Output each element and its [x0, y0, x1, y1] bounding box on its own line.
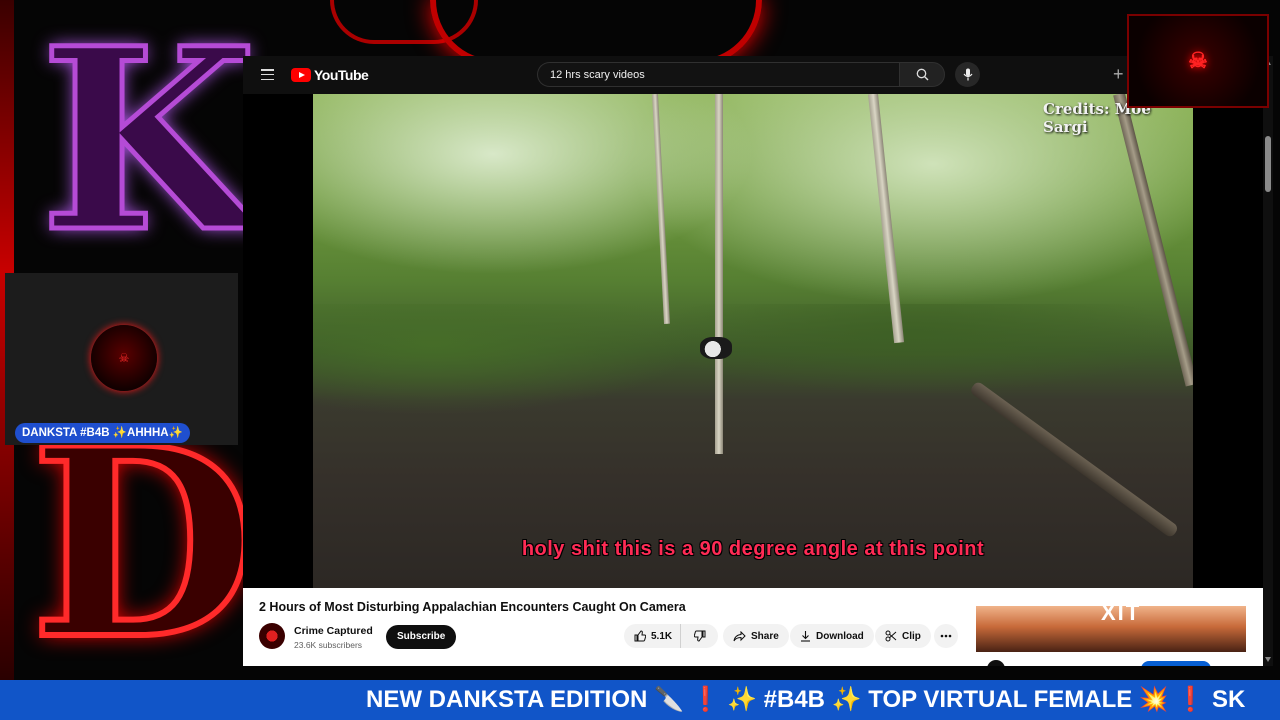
- youtube-wordmark: YouTube: [314, 67, 369, 83]
- thumbs-up-icon: [634, 630, 646, 642]
- tree-trunk: [715, 94, 723, 454]
- scissors-icon: [885, 630, 897, 642]
- video-subtitle: holy shit this is a 90 degree angle at t…: [521, 538, 985, 560]
- download-button[interactable]: Download: [790, 624, 874, 648]
- share-arrow-icon: [733, 630, 746, 641]
- search-button[interactable]: [899, 62, 945, 87]
- youtube-window: YouTube 12 hrs scary videos + Credits: M…: [243, 56, 1273, 666]
- webcam-overlay: ☠ DANKSTA #B4B ✨AHHHA✨: [5, 273, 238, 445]
- video-info-panel: 2 Hours of Most Disturbing Appalachian E…: [243, 588, 1263, 666]
- microphone-icon: [963, 68, 972, 81]
- more-actions-button[interactable]: [934, 624, 958, 648]
- like-dislike-group: 5.1K: [624, 624, 718, 648]
- scrollbar-thumb[interactable]: [1265, 136, 1271, 192]
- streamer-name-tag: DANKSTA #B4B ✨AHHHA✨: [15, 423, 190, 443]
- forest-undergrowth: [313, 304, 1193, 424]
- video-frame[interactable]: Credits: Moe Sargi holy shit this is a 9…: [313, 94, 1193, 588]
- recommended-video-thumbnail[interactable]: XIT: [976, 606, 1246, 652]
- streamer-brand-logo: ☠: [1127, 14, 1269, 108]
- clip-button[interactable]: Clip: [875, 624, 931, 648]
- next-item-button[interactable]: [1141, 661, 1211, 666]
- thumbnail-art: XIT: [1101, 606, 1142, 625]
- thumbs-down-icon: [694, 630, 706, 642]
- scrolling-ticker: NEW DANKSTA EDITION 🔪 ❗ ✨ #B4B ✨ TOP VIR…: [0, 680, 1280, 720]
- scroll-down-arrow-icon[interactable]: [1265, 657, 1271, 662]
- video-title: 2 Hours of Most Disturbing Appalachian E…: [259, 600, 686, 614]
- next-item-avatar[interactable]: [987, 660, 1005, 666]
- dislike-button[interactable]: [686, 624, 714, 648]
- video-player[interactable]: Credits: Moe Sargi holy shit this is a 9…: [243, 94, 1263, 588]
- download-label: Download: [816, 630, 864, 642]
- background-red-graffiti: D: [27, 392, 258, 697]
- dog-in-video: [700, 337, 732, 359]
- streamer-avatar: ☠: [91, 325, 157, 391]
- create-plus-icon[interactable]: +: [1113, 65, 1124, 83]
- subscriber-count: 23.6K subscribers: [294, 640, 363, 650]
- voice-search-button[interactable]: [955, 62, 980, 87]
- ticker-text: NEW DANKSTA EDITION 🔪 ❗ ✨ #B4B ✨ TOP VIR…: [366, 686, 1246, 713]
- youtube-logo[interactable]: YouTube: [291, 67, 369, 83]
- channel-avatar[interactable]: [259, 623, 285, 649]
- more-horizontal-icon: [940, 634, 952, 638]
- search-input[interactable]: 12 hrs scary videos: [537, 62, 899, 87]
- like-button[interactable]: 5.1K: [624, 624, 682, 648]
- share-button[interactable]: Share: [723, 624, 789, 648]
- clip-label: Clip: [902, 630, 921, 642]
- like-count: 5.1K: [651, 630, 673, 642]
- tree-trunk: [651, 94, 671, 324]
- page-scrollbar[interactable]: [1263, 56, 1273, 666]
- channel-name[interactable]: Crime Captured: [294, 625, 373, 637]
- share-label: Share: [751, 630, 779, 642]
- download-icon: [801, 631, 810, 642]
- search-icon: [916, 68, 928, 81]
- subscribe-button[interactable]: Subscribe: [386, 625, 457, 649]
- youtube-play-icon: [291, 68, 311, 82]
- youtube-header: YouTube 12 hrs scary videos +: [243, 56, 1273, 94]
- hamburger-menu-icon[interactable]: [261, 69, 274, 81]
